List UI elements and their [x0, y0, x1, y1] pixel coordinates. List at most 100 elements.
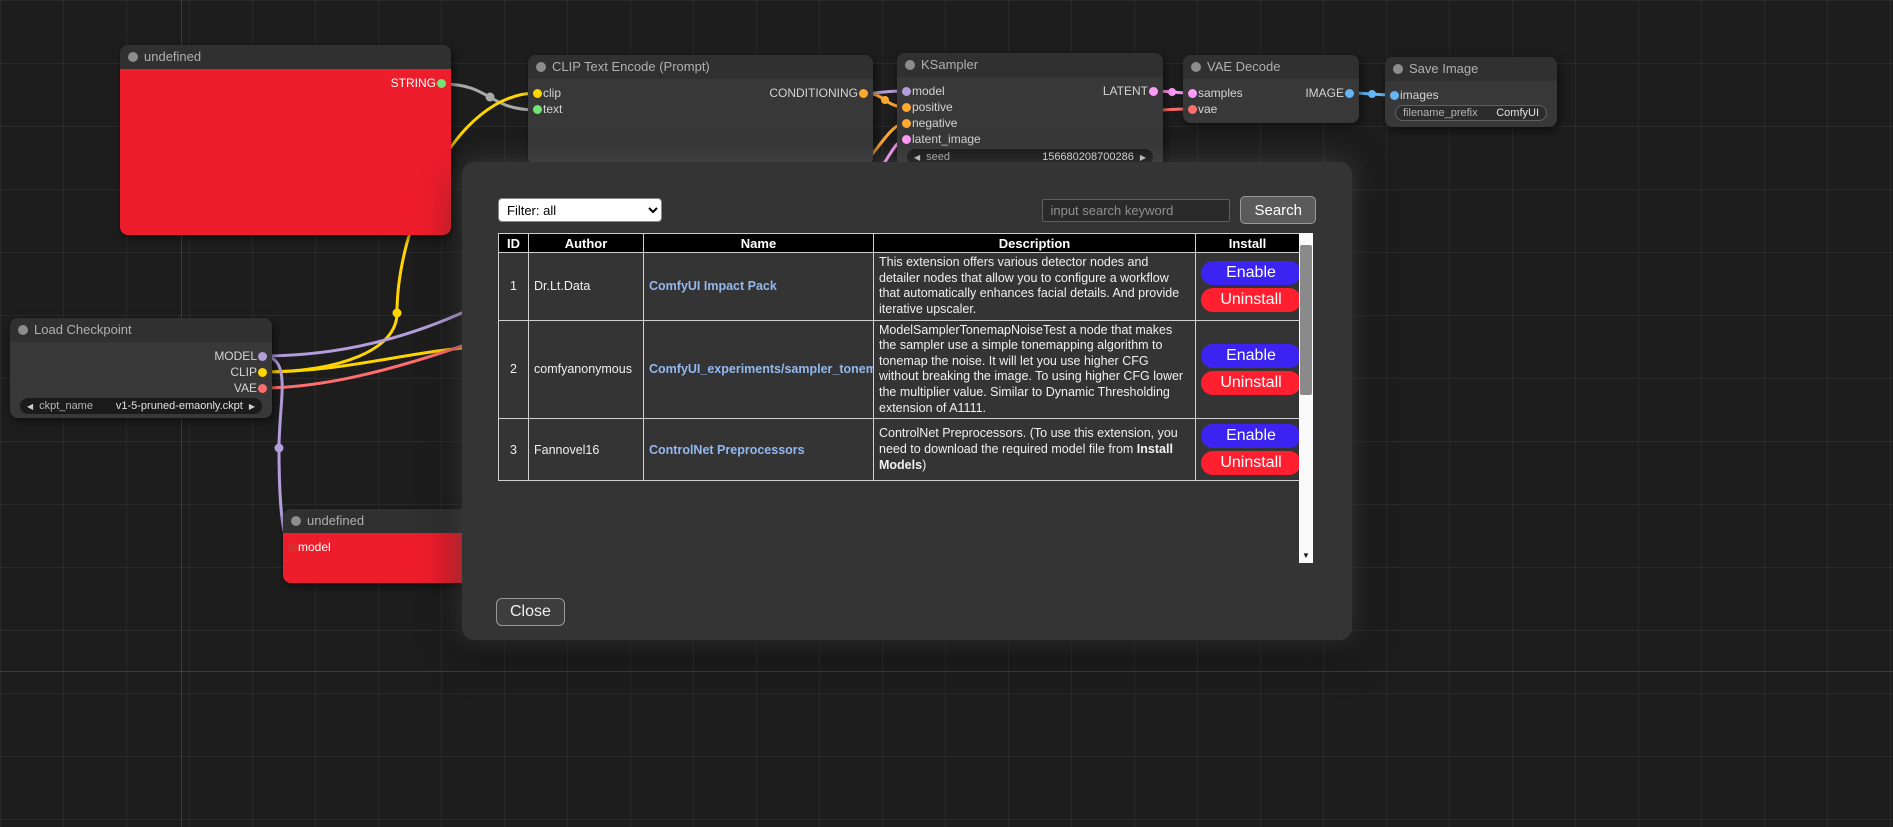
ckpt-name-widget[interactable]: ◀ ckpt_name v1-5-pruned-emaonly.ckpt ▶	[20, 398, 262, 414]
next-arrow-icon[interactable]: ▶	[249, 402, 255, 411]
row-id: 3	[499, 419, 529, 481]
table-row: 2 comfyanonymous ComfyUI_experiments/sam…	[499, 320, 1300, 419]
row-id: 1	[499, 253, 529, 321]
scrollbar-thumb[interactable]	[1300, 245, 1312, 395]
extension-link[interactable]: ComfyUI Impact Pack	[649, 279, 777, 293]
positive-input-label: positive	[912, 100, 953, 114]
row-description: This extension offers various detector n…	[874, 253, 1196, 321]
clip-input-slot[interactable]	[533, 89, 542, 98]
row-author: Fannovel16	[529, 419, 644, 481]
text-input-label: text	[543, 102, 562, 116]
row-author: comfyanonymous	[529, 320, 644, 419]
node-title: undefined	[307, 513, 364, 528]
uninstall-button[interactable]: Uninstall	[1201, 371, 1301, 395]
clip-input-label: clip	[543, 86, 561, 100]
node-ksampler[interactable]: KSampler model LATENT positive negative …	[897, 53, 1163, 173]
negative-input-label: negative	[912, 116, 957, 130]
extension-table-area: ID Author Name Description Install 1 Dr.…	[498, 233, 1316, 563]
string-output-slot[interactable]	[437, 79, 446, 88]
node-undefined-top[interactable]: undefined STRING	[120, 45, 451, 235]
row-install-cell: Enable Uninstall	[1196, 419, 1300, 481]
positive-input-slot[interactable]	[902, 103, 911, 112]
enable-button[interactable]: Enable	[1201, 344, 1301, 368]
conditioning-output-label: CONDITIONING	[769, 86, 858, 100]
node-collapse-dot[interactable]	[905, 60, 915, 70]
vae-output-slot[interactable]	[258, 384, 267, 393]
filename-prefix-widget[interactable]: filename_prefix ComfyUI	[1395, 105, 1547, 121]
model-input-label: model	[298, 540, 331, 554]
extension-table: ID Author Name Description Install 1 Dr.…	[498, 233, 1300, 481]
node-clip-text-encode[interactable]: CLIP Text Encode (Prompt) clip CONDITION…	[528, 55, 873, 165]
node-title-bar[interactable]: Save Image	[1385, 57, 1557, 81]
node-collapse-dot[interactable]	[128, 52, 138, 62]
text-input-slot[interactable]	[533, 105, 542, 114]
header-install: Install	[1196, 234, 1300, 253]
uninstall-button[interactable]: Uninstall	[1201, 451, 1301, 475]
extension-link[interactable]: ControlNet Preprocessors	[649, 443, 805, 457]
filename-prefix-label: filename_prefix	[1403, 107, 1478, 119]
node-title: KSampler	[921, 57, 978, 72]
node-save-image[interactable]: Save Image images filename_prefix ComfyU…	[1385, 57, 1557, 127]
clip-output-slot[interactable]	[258, 368, 267, 377]
node-title-bar[interactable]: VAE Decode	[1183, 55, 1359, 79]
images-input-slot[interactable]	[1390, 91, 1399, 100]
node-title: undefined	[144, 49, 201, 64]
canvas-axis-horizontal	[0, 671, 1893, 672]
close-button[interactable]: Close	[496, 598, 565, 626]
node-collapse-dot[interactable]	[1191, 62, 1201, 72]
filename-prefix-value: ComfyUI	[1496, 107, 1539, 119]
negative-input-slot[interactable]	[902, 119, 911, 128]
node-title-bar[interactable]: CLIP Text Encode (Prompt)	[528, 55, 873, 79]
prev-arrow-icon[interactable]: ◀	[27, 402, 33, 411]
increment-arrow-icon[interactable]: ▶	[1140, 153, 1146, 162]
latent-image-input-slot[interactable]	[902, 135, 911, 144]
enable-button[interactable]: Enable	[1201, 261, 1301, 285]
latent-output-slot[interactable]	[1149, 87, 1158, 96]
node-title: VAE Decode	[1207, 59, 1280, 74]
decrement-arrow-icon[interactable]: ◀	[914, 153, 920, 162]
node-title: Load Checkpoint	[34, 322, 132, 337]
search-button[interactable]: Search	[1240, 196, 1316, 224]
extension-link[interactable]: ComfyUI_experiments/sampler_tonemap	[649, 362, 874, 376]
image-output-slot[interactable]	[1345, 89, 1354, 98]
table-scrollbar[interactable]: ▼	[1299, 233, 1313, 563]
node-collapse-dot[interactable]	[536, 62, 546, 72]
samples-input-label: samples	[1198, 86, 1243, 100]
vae-output-label: VAE	[234, 381, 257, 395]
latent-output-label: LATENT	[1103, 84, 1148, 98]
node-title: CLIP Text Encode (Prompt)	[552, 59, 710, 74]
string-output-label: STRING	[391, 76, 436, 90]
model-input-slot[interactable]	[902, 87, 911, 96]
node-load-checkpoint[interactable]: Load Checkpoint MODEL CLIP VAE ◀ ckpt_na…	[10, 318, 272, 418]
search-input[interactable]	[1042, 199, 1230, 222]
model-input-label: model	[912, 84, 945, 98]
node-title-bar[interactable]: Load Checkpoint	[10, 318, 272, 342]
header-author: Author	[529, 234, 644, 253]
row-install-cell: Enable Uninstall	[1196, 253, 1300, 321]
model-input-slot[interactable]	[288, 543, 297, 552]
row-description: ModelSamplerTonemapNoiseTest a node that…	[874, 320, 1196, 419]
vae-input-slot[interactable]	[1188, 105, 1197, 114]
node-collapse-dot[interactable]	[291, 516, 301, 526]
row-author: Dr.Lt.Data	[529, 253, 644, 321]
ckpt-name-label: ckpt_name	[39, 400, 93, 412]
conditioning-output-slot[interactable]	[859, 89, 868, 98]
node-title-bar[interactable]: KSampler	[897, 53, 1163, 77]
filter-select[interactable]: Filter: all	[498, 198, 662, 222]
samples-input-slot[interactable]	[1188, 89, 1197, 98]
scroll-down-arrow-icon[interactable]: ▼	[1299, 548, 1313, 563]
model-output-slot[interactable]	[258, 352, 267, 361]
enable-button[interactable]: Enable	[1201, 424, 1301, 448]
node-title-bar[interactable]: undefined	[120, 45, 451, 69]
manager-dialog: Filter: all Search ID Author Name Descri…	[462, 162, 1352, 640]
node-title: Save Image	[1409, 61, 1478, 76]
node-collapse-dot[interactable]	[1393, 64, 1403, 74]
row-id: 2	[499, 320, 529, 419]
images-input-label: images	[1400, 88, 1439, 102]
table-row: 1 Dr.Lt.Data ComfyUI Impact Pack This ex…	[499, 253, 1300, 321]
node-collapse-dot[interactable]	[18, 325, 28, 335]
header-name: Name	[644, 234, 874, 253]
table-row: 3 Fannovel16 ControlNet Preprocessors Co…	[499, 419, 1300, 481]
node-vae-decode[interactable]: VAE Decode samples IMAGE vae	[1183, 55, 1359, 123]
uninstall-button[interactable]: Uninstall	[1201, 288, 1301, 312]
